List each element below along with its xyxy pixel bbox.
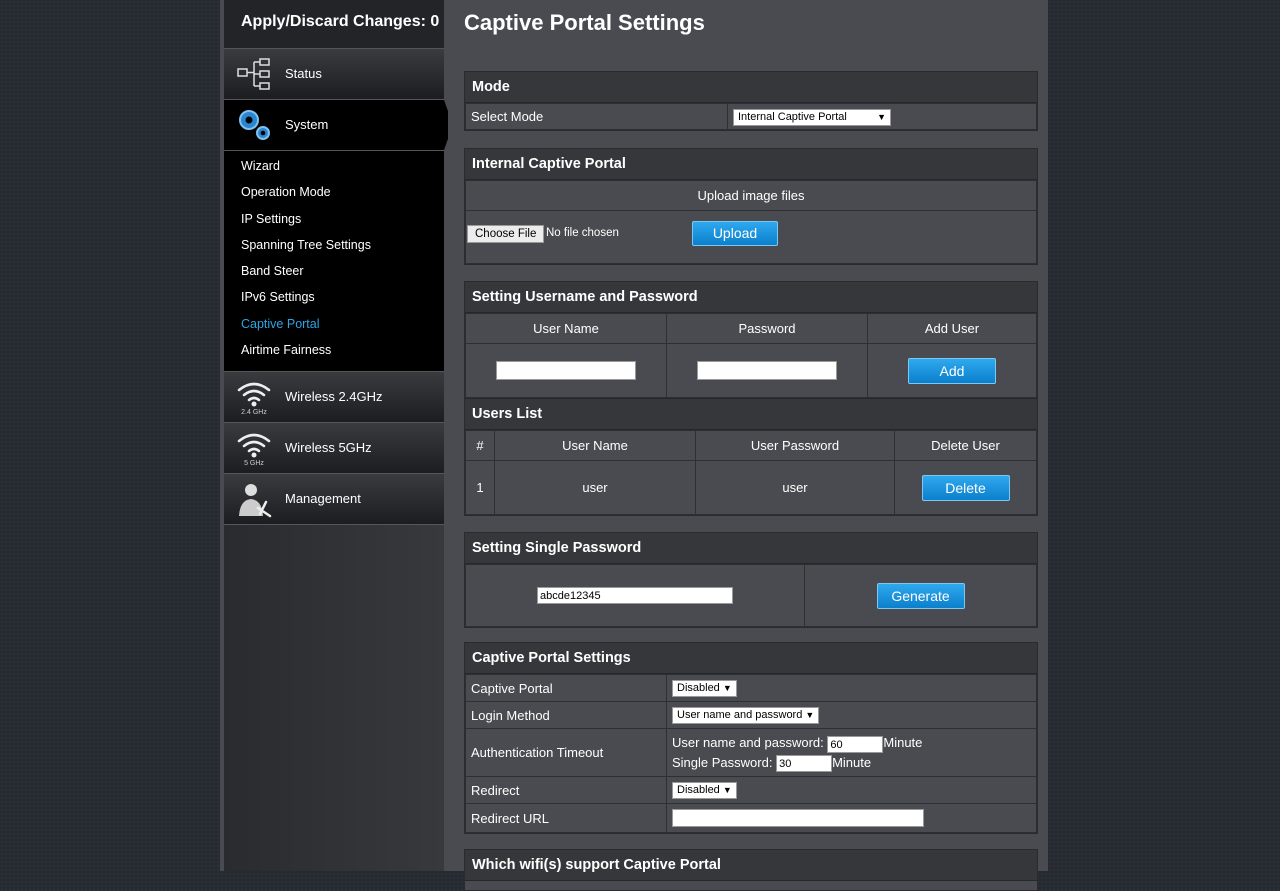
status-tree-icon (237, 58, 270, 90)
col-delete-user: Delete User (894, 430, 1037, 461)
timeout-single-input[interactable]: 30 (776, 754, 833, 772)
dropdown-arrow-icon: ▼ (722, 683, 732, 693)
internal-portal-header: Internal Captive Portal (465, 149, 1037, 180)
submenu-ip-settings[interactable]: IP Settings (224, 206, 444, 232)
wifi-support-header: Which wifi(s) support Captive Portal (465, 850, 1037, 881)
portal-settings-panel: Captive Portal Settings Captive Portal D… (464, 642, 1038, 834)
captive-portal-value: Disabled (677, 682, 720, 694)
submenu-airtime-fairness[interactable]: Airtime Fairness (224, 337, 444, 363)
timeout-single-minute: Minute (832, 754, 872, 770)
redirect-url-input[interactable] (672, 809, 924, 827)
nav-wireless-5-label: Wireless 5GHz (285, 440, 372, 456)
dropdown-arrow-icon: ▼ (722, 785, 732, 795)
portal-settings-header: Captive Portal Settings (465, 643, 1037, 674)
redirect-label: Redirect (465, 776, 667, 804)
mode-panel: Mode Select Mode Internal Captive Portal… (464, 71, 1038, 131)
nav-system-label: System (285, 117, 329, 132)
nav-management[interactable]: Management (224, 474, 444, 526)
apply-discard-label: Apply/Discard Changes: 0 (241, 13, 440, 30)
wifi-5-icon: 5 GHz (237, 434, 271, 467)
generate-button[interactable]: Generate (876, 582, 965, 609)
row-user-name: user (494, 460, 696, 515)
redirect-url-label: Redirect URL (465, 803, 667, 833)
col-list-user-name: User Name (494, 430, 696, 461)
timeout-single-label: Single Password: (672, 754, 773, 770)
wifi-24-icon: 2.4 GHz (237, 383, 271, 416)
col-number: # (465, 430, 495, 461)
row-number: 1 (465, 460, 495, 515)
submenu-ipv6-settings[interactable]: IPv6 Settings (224, 284, 444, 310)
select-mode-label: Select Mode (465, 103, 728, 130)
select-mode-dropdown[interactable]: Internal Captive Portal ▼ (733, 108, 891, 126)
main-content: Captive Portal Settings Mode Select Mode… (448, 0, 1044, 891)
redirect-dropdown[interactable]: Disabled ▼ (672, 782, 737, 799)
redirect-value: Disabled (677, 784, 720, 796)
wifi-5-badge: 5 GHz (244, 460, 264, 467)
login-method-label: Login Method (465, 701, 667, 729)
row-user-password: user (695, 460, 895, 515)
timeout-user-minute: Minute (883, 735, 923, 751)
dropdown-arrow-icon: ▼ (877, 111, 886, 122)
col-user-name: User Name (465, 313, 667, 344)
col-add-user: Add User (867, 313, 1037, 344)
login-method-dropdown[interactable]: User name and password ▼ (672, 707, 820, 724)
col-password: Password (666, 313, 868, 344)
timeout-user-input[interactable]: 60 (827, 735, 884, 753)
gears-icon (239, 110, 270, 140)
management-person-icon (239, 484, 272, 518)
choose-file-button[interactable]: Choose File (467, 225, 545, 243)
select-mode-value: Internal Captive Portal (738, 110, 847, 123)
submenu-captive-portal[interactable]: Captive Portal (224, 311, 444, 337)
captive-portal-label: Captive Portal (465, 674, 667, 702)
table-row: 1 user user Delete (465, 460, 1037, 515)
internal-portal-panel: Internal Captive Portal Upload image fil… (464, 148, 1038, 265)
nav-system[interactable]: System (224, 100, 453, 151)
nav-wireless-24-label: Wireless 2.4GHz (285, 389, 383, 405)
userpass-panel: Setting Username and Password User Name … (464, 281, 1038, 516)
col-list-user-password: User Password (695, 430, 895, 461)
login-method-value: User name and password (677, 709, 803, 721)
sidebar: Apply/Discard Changes: 0 Status System W… (224, 0, 453, 871)
single-password-header: Setting Single Password (465, 533, 1037, 564)
single-password-input[interactable]: abcde12345 (537, 587, 733, 605)
system-submenu: Wizard Operation Mode IP Settings Spanni… (224, 151, 444, 373)
single-password-panel: Setting Single Password abcde12345 Gener… (464, 532, 1038, 628)
upload-title: Upload image files (465, 180, 1037, 211)
userpass-header: Setting Username and Password (465, 282, 1037, 313)
auth-timeout-label: Authentication Timeout (465, 728, 667, 777)
upload-button[interactable]: Upload (692, 221, 778, 246)
apply-discard-button[interactable]: Apply/Discard Changes: 0 (224, 0, 444, 49)
password-input[interactable] (697, 361, 837, 380)
delete-user-button[interactable]: Delete (921, 474, 1010, 501)
submenu-spanning-tree[interactable]: Spanning Tree Settings (224, 232, 444, 258)
nav-management-label: Management (285, 491, 361, 507)
submenu-wizard[interactable]: Wizard (224, 153, 444, 179)
nav-wireless-24[interactable]: 2.4 GHz Wireless 2.4GHz (224, 372, 444, 424)
add-user-button[interactable]: Add (908, 357, 996, 384)
captive-portal-dropdown[interactable]: Disabled ▼ (672, 680, 737, 697)
page-title: Captive Portal Settings (464, 10, 705, 35)
dropdown-arrow-icon: ▼ (805, 710, 815, 720)
wifi-24-badge: 2.4 GHz (241, 409, 267, 416)
submenu-band-steer[interactable]: Band Steer (224, 258, 444, 284)
mode-header: Mode (465, 72, 1037, 103)
wifi-support-panel: Which wifi(s) support Captive Portal (464, 849, 1038, 891)
username-input[interactable] (496, 361, 636, 380)
users-list-header: Users List (465, 398, 1037, 430)
timeout-user-label: User name and password: (672, 735, 824, 751)
nav-wireless-5[interactable]: 5 GHz Wireless 5GHz (224, 423, 444, 475)
submenu-operation-mode[interactable]: Operation Mode (224, 179, 444, 205)
nav-status[interactable]: Status (224, 49, 444, 100)
nav-status-label: Status (285, 66, 322, 81)
no-file-text: No file chosen (546, 227, 619, 239)
